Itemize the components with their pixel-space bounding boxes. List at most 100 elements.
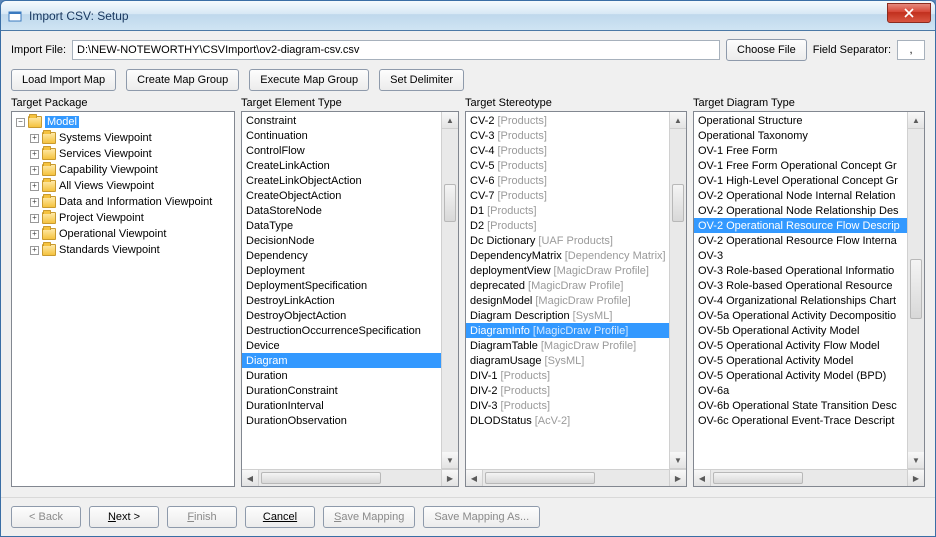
list-item[interactable]: DataType [242, 218, 441, 233]
list-item[interactable]: Duration [242, 368, 441, 383]
list-item[interactable]: CreateLinkObjectAction [242, 173, 441, 188]
save-mapping-button[interactable]: Save Mapping [323, 506, 415, 528]
list-item[interactable]: Dc Dictionary[UAF Products] [466, 233, 669, 248]
list-item[interactable]: Operational Structure [694, 113, 907, 128]
list-item[interactable]: OV-1 Free Form [694, 143, 907, 158]
list-item[interactable]: Diagram Description[SysML] [466, 308, 669, 323]
list-item[interactable]: DestroyObjectAction [242, 308, 441, 323]
list-item[interactable]: deprecated[MagicDraw Profile] [466, 278, 669, 293]
choose-file-button[interactable]: Choose File [726, 39, 807, 61]
list-item[interactable]: OV-2 Operational Node Relationship Des [694, 203, 907, 218]
list-item[interactable]: CV-7[Products] [466, 188, 669, 203]
list-item[interactable]: OV-5 Operational Activity Model (BPD) [694, 368, 907, 383]
field-separator-input[interactable] [897, 40, 925, 60]
list-item[interactable]: DataStoreNode [242, 203, 441, 218]
scroll-thumb[interactable] [672, 184, 684, 222]
set-delimiter-button[interactable]: Set Delimiter [379, 69, 464, 91]
list-item[interactable]: DecisionNode [242, 233, 441, 248]
tree-item[interactable]: +Data and Information Viewpoint [14, 194, 232, 210]
scroll-up-icon[interactable]: ▲ [442, 112, 458, 129]
load-import-map-button[interactable]: Load Import Map [11, 69, 116, 91]
list-item[interactable]: DurationConstraint [242, 383, 441, 398]
expand-icon[interactable]: + [30, 230, 39, 239]
list-item[interactable]: DiagramInfo[MagicDraw Profile] [466, 323, 669, 338]
scroll-down-icon[interactable]: ▼ [670, 452, 686, 469]
scroll-left-icon[interactable]: ◀ [466, 470, 483, 486]
tree-root[interactable]: −Model [14, 114, 232, 130]
expand-icon[interactable]: + [30, 134, 39, 143]
list-item[interactable]: Device [242, 338, 441, 353]
list-item[interactable]: DiagramTable[MagicDraw Profile] [466, 338, 669, 353]
tree-item[interactable]: +Standards Viewpoint [14, 242, 232, 258]
hscrollbar[interactable]: ◀ ▶ [242, 469, 458, 486]
close-button[interactable] [887, 3, 931, 23]
list-item[interactable]: DestructionOccurrenceSpecification [242, 323, 441, 338]
list-item[interactable]: D1[Products] [466, 203, 669, 218]
scroll-up-icon[interactable]: ▲ [670, 112, 686, 129]
titlebar[interactable]: Import CSV: Setup [1, 1, 935, 31]
list-item[interactable]: CV-2[Products] [466, 113, 669, 128]
list-item[interactable]: DurationInterval [242, 398, 441, 413]
hscroll-thumb[interactable] [713, 472, 803, 484]
list-item[interactable]: OV-4 Organizational Relationships Chart [694, 293, 907, 308]
scroll-left-icon[interactable]: ◀ [694, 470, 711, 486]
list-item[interactable]: ControlFlow [242, 143, 441, 158]
hscrollbar[interactable]: ◀ ▶ [694, 469, 924, 486]
scroll-right-icon[interactable]: ▶ [907, 470, 924, 486]
hscroll-thumb[interactable] [261, 472, 381, 484]
list-item[interactable]: DeploymentSpecification [242, 278, 441, 293]
list-item[interactable]: D2[Products] [466, 218, 669, 233]
list-item[interactable]: designModel[MagicDraw Profile] [466, 293, 669, 308]
scroll-down-icon[interactable]: ▼ [442, 452, 458, 469]
list-item[interactable]: DependencyMatrix[Dependency Matrix] [466, 248, 669, 263]
back-button[interactable]: < Back [11, 506, 81, 528]
hscrollbar[interactable]: ◀ ▶ [466, 469, 686, 486]
list-item[interactable]: Operational Taxonomy [694, 128, 907, 143]
tree-item[interactable]: +Capability Viewpoint [14, 162, 232, 178]
list-item[interactable]: diagramUsage[SysML] [466, 353, 669, 368]
expand-icon[interactable]: + [30, 182, 39, 191]
list-item[interactable]: CreateLinkAction [242, 158, 441, 173]
list-item[interactable]: DLODStatus[AcV-2] [466, 413, 669, 428]
list-item[interactable]: OV-2 Operational Resource Flow Descrip [694, 218, 907, 233]
hscroll-thumb[interactable] [485, 472, 595, 484]
next-button[interactable]: Next > [89, 506, 159, 528]
tree-item[interactable]: +All Views Viewpoint [14, 178, 232, 194]
list-item[interactable]: Diagram [242, 353, 441, 368]
list-item[interactable]: DestroyLinkAction [242, 293, 441, 308]
list-item[interactable]: DIV-1[Products] [466, 368, 669, 383]
scroll-down-icon[interactable]: ▼ [908, 452, 924, 469]
list-item[interactable]: OV-2 Operational Resource Flow Interna [694, 233, 907, 248]
create-map-group-button[interactable]: Create Map Group [126, 69, 239, 91]
scrollbar[interactable]: ▲ ▼ [669, 112, 686, 469]
list-item[interactable]: CV-4[Products] [466, 143, 669, 158]
tree-item[interactable]: +Operational Viewpoint [14, 226, 232, 242]
target-stereotype-list[interactable]: CV-2[Products]CV-3[Products]CV-4[Product… [466, 112, 669, 469]
tree-item[interactable]: +Project Viewpoint [14, 210, 232, 226]
target-element-list[interactable]: ConstraintContinuationControlFlowCreateL… [242, 112, 441, 469]
target-package-tree[interactable]: −Model+Systems Viewpoint+Services Viewpo… [12, 112, 234, 486]
expand-icon[interactable]: + [30, 166, 39, 175]
list-item[interactable]: OV-6b Operational State Transition Desc [694, 398, 907, 413]
finish-button[interactable]: Finish [167, 506, 237, 528]
list-item[interactable]: OV-1 High-Level Operational Concept Gr [694, 173, 907, 188]
list-item[interactable]: Deployment [242, 263, 441, 278]
scroll-up-icon[interactable]: ▲ [908, 112, 924, 129]
expand-icon[interactable]: + [30, 150, 39, 159]
list-item[interactable]: OV-6c Operational Event-Trace Descript [694, 413, 907, 428]
scroll-right-icon[interactable]: ▶ [441, 470, 458, 486]
list-item[interactable]: deploymentView[MagicDraw Profile] [466, 263, 669, 278]
list-item[interactable]: CV-6[Products] [466, 173, 669, 188]
expand-icon[interactable]: + [30, 214, 39, 223]
tree-item[interactable]: +Systems Viewpoint [14, 130, 232, 146]
target-diagram-list[interactable]: Operational StructureOperational Taxonom… [694, 112, 907, 469]
scroll-thumb[interactable] [910, 259, 922, 319]
list-item[interactable]: CV-5[Products] [466, 158, 669, 173]
list-item[interactable]: OV-3 Role-based Operational Resource [694, 278, 907, 293]
collapse-icon[interactable]: − [16, 118, 25, 127]
list-item[interactable]: DurationObservation [242, 413, 441, 428]
expand-icon[interactable]: + [30, 246, 39, 255]
list-item[interactable]: OV-6a [694, 383, 907, 398]
list-item[interactable]: DIV-3[Products] [466, 398, 669, 413]
scroll-left-icon[interactable]: ◀ [242, 470, 259, 486]
